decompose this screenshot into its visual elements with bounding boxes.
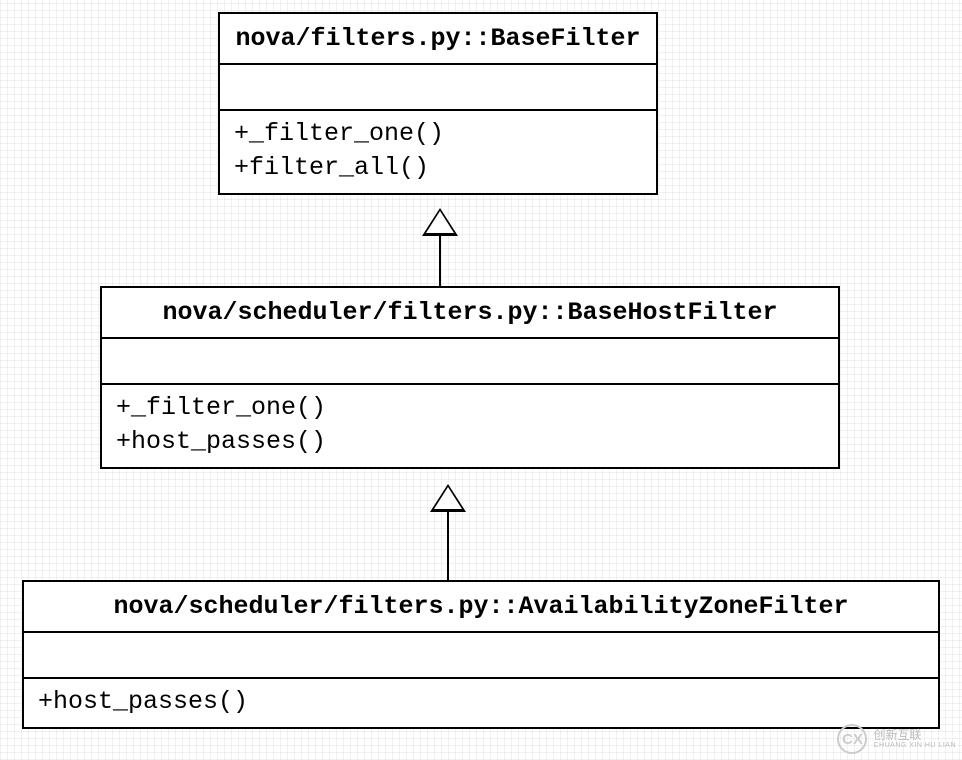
class-title: nova/scheduler/filters.py::BaseHostFilte… bbox=[102, 288, 838, 339]
operation: +filter_all() bbox=[234, 151, 642, 185]
class-attributes bbox=[102, 339, 838, 385]
watermark: CX 创新互联 CHUANG XIN HU LIAN bbox=[837, 724, 956, 754]
generalization-arrowhead bbox=[422, 208, 458, 236]
operation: +host_passes() bbox=[116, 425, 824, 459]
generalization-arrowhead bbox=[430, 484, 466, 512]
class-operations: +_filter_one() +filter_all() bbox=[220, 111, 656, 193]
inheritance-connector bbox=[422, 208, 458, 286]
watermark-line2: CHUANG XIN HU LIAN bbox=[873, 742, 956, 749]
class-operations: +_filter_one() +host_passes() bbox=[102, 385, 838, 467]
uml-class-basefilter: nova/filters.py::BaseFilter +_filter_one… bbox=[218, 12, 658, 195]
class-attributes bbox=[220, 65, 656, 111]
watermark-logo-icon: CX bbox=[837, 724, 867, 754]
uml-class-basehostfilter: nova/scheduler/filters.py::BaseHostFilte… bbox=[100, 286, 840, 469]
class-operations: +host_passes() bbox=[24, 679, 938, 727]
operation: +_filter_one() bbox=[234, 117, 642, 151]
watermark-line1: 创新互联 bbox=[873, 729, 956, 742]
uml-class-availabilityzonefilter: nova/scheduler/filters.py::AvailabilityZ… bbox=[22, 580, 940, 729]
class-title: nova/scheduler/filters.py::AvailabilityZ… bbox=[24, 582, 938, 633]
watermark-text: 创新互联 CHUANG XIN HU LIAN bbox=[873, 729, 956, 749]
operation: +host_passes() bbox=[38, 685, 924, 719]
class-attributes bbox=[24, 633, 938, 679]
class-title: nova/filters.py::BaseFilter bbox=[220, 14, 656, 65]
connector-line bbox=[447, 510, 449, 580]
inheritance-connector bbox=[430, 484, 466, 580]
connector-line bbox=[439, 234, 441, 286]
operation: +_filter_one() bbox=[116, 391, 824, 425]
